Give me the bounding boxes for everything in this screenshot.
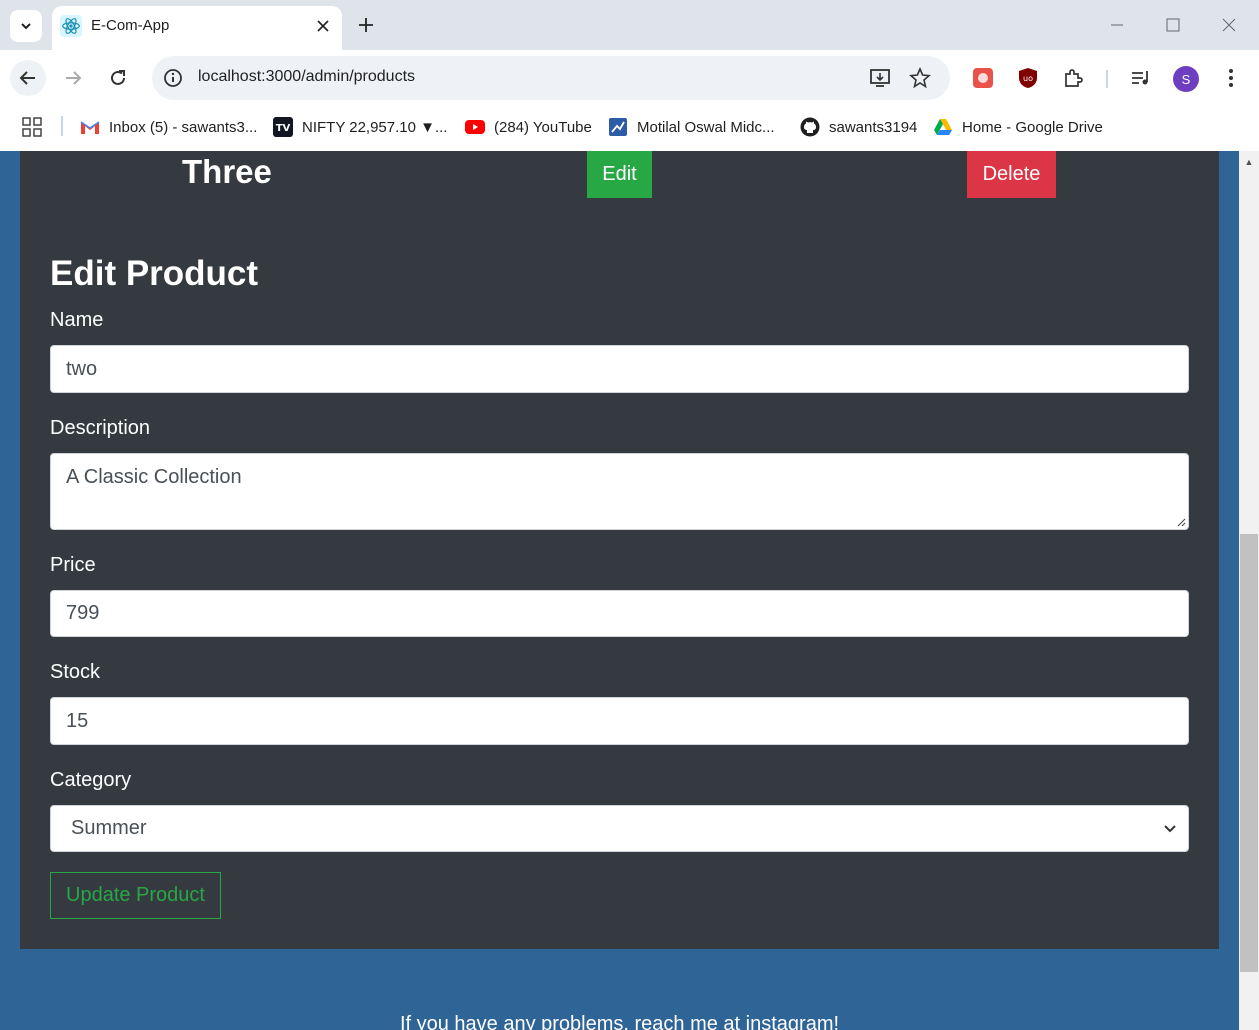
maximize-icon bbox=[1166, 18, 1180, 32]
chevron-down-icon bbox=[1164, 825, 1176, 833]
bookmarks-bar: Inbox (5) - sawants3... TV NIFTY 22,957.… bbox=[0, 106, 1259, 151]
bookmark-nifty[interactable]: TV NIFTY 22,957.10 ▼... bbox=[273, 116, 447, 138]
plus-icon bbox=[359, 18, 373, 32]
delete-button[interactable]: Delete bbox=[967, 151, 1056, 198]
footer-text: If you have any problems, reach me at in… bbox=[399, 1013, 840, 1030]
forward-button[interactable] bbox=[55, 60, 91, 96]
category-label: Category bbox=[50, 769, 132, 791]
admin-products-panel: Three Edit Delete Edit Product Name two … bbox=[20, 151, 1219, 949]
description-label: Description bbox=[50, 417, 151, 439]
bookmark-label: sawants3194 bbox=[829, 118, 918, 136]
category-value: Summer bbox=[71, 817, 147, 839]
bookmark-label: Inbox (5) - sawants3... bbox=[109, 118, 258, 136]
url-text[interactable]: localhost:3000/admin/products bbox=[198, 68, 415, 86]
scrollbar-thumb[interactable] bbox=[1240, 534, 1258, 972]
minimize-icon bbox=[1111, 24, 1123, 26]
motilal-icon bbox=[608, 117, 628, 137]
extension-icon[interactable] bbox=[971, 66, 995, 90]
gmail-icon bbox=[80, 117, 100, 137]
reload-button[interactable] bbox=[100, 60, 136, 96]
bookmark-label: Motilal Oswal Midc... bbox=[637, 118, 775, 136]
category-select[interactable]: Summer bbox=[50, 805, 1189, 852]
tab-search-button[interactable] bbox=[10, 10, 42, 42]
new-tab-button[interactable] bbox=[352, 11, 380, 39]
media-queue-icon[interactable] bbox=[1129, 66, 1153, 90]
tradingview-icon: TV bbox=[273, 117, 293, 137]
bookmark-label: NIFTY 22,957.10 ▼... bbox=[302, 118, 448, 136]
resize-grip-icon[interactable] bbox=[1176, 517, 1186, 527]
page-viewport: Three Edit Delete Edit Product Name two … bbox=[0, 151, 1259, 1030]
name-value: two bbox=[66, 357, 98, 380]
price-value: 799 bbox=[66, 602, 100, 624]
minimize-button[interactable] bbox=[1097, 10, 1137, 40]
puzzle-icon[interactable] bbox=[1061, 66, 1085, 90]
browser-tab[interactable]: E-Com-App bbox=[52, 6, 342, 50]
info-icon[interactable] bbox=[162, 67, 184, 89]
address-bar[interactable]: localhost:3000/admin/products bbox=[152, 56, 950, 100]
stock-value: 15 bbox=[66, 709, 89, 732]
description-value: A Classic Collection bbox=[66, 466, 242, 488]
bookmark-gmail[interactable]: Inbox (5) - sawants3... bbox=[80, 116, 257, 138]
apps-grid-icon bbox=[22, 117, 42, 137]
form-title: Edit Product bbox=[50, 254, 259, 293]
maximize-button[interactable] bbox=[1153, 10, 1193, 40]
reload-icon bbox=[111, 70, 125, 85]
github-icon bbox=[800, 117, 820, 137]
arrow-right-icon bbox=[66, 71, 82, 85]
scroll-up-icon[interactable]: ▲ bbox=[1240, 153, 1258, 171]
bookmark-label: (284) YouTube bbox=[494, 118, 592, 136]
stock-input[interactable]: 15 bbox=[50, 697, 1189, 745]
close-icon[interactable] bbox=[312, 15, 334, 37]
back-button[interactable] bbox=[10, 60, 46, 96]
name-input[interactable]: two bbox=[50, 345, 1189, 393]
svg-text:TV: TV bbox=[276, 123, 291, 134]
kebab-menu-icon[interactable] bbox=[1219, 66, 1243, 90]
chevron-down-icon bbox=[21, 23, 31, 30]
description-textarea[interactable]: A Classic Collection bbox=[50, 453, 1189, 530]
tab-strip: E-Com-App bbox=[0, 0, 1259, 50]
close-window-button[interactable] bbox=[1209, 10, 1249, 40]
bookmark-github[interactable]: sawants3194 bbox=[800, 116, 917, 138]
close-icon bbox=[1222, 18, 1236, 32]
profile-avatar[interactable]: S bbox=[1173, 66, 1199, 92]
google-drive-icon bbox=[933, 117, 953, 137]
react-icon bbox=[60, 15, 82, 37]
install-app-icon[interactable] bbox=[868, 66, 892, 90]
bookmark-label: Home - Google Drive bbox=[962, 118, 1103, 136]
update-product-button[interactable]: Update Product bbox=[50, 872, 221, 919]
youtube-icon bbox=[465, 117, 485, 137]
name-label: Name bbox=[50, 309, 104, 331]
browser-toolbar: localhost:3000/admin/products uo S bbox=[0, 50, 1259, 106]
bookmark-youtube[interactable]: (284) YouTube bbox=[465, 116, 592, 138]
price-input[interactable]: 799 bbox=[50, 590, 1189, 637]
price-label: Price bbox=[50, 554, 96, 576]
star-icon[interactable] bbox=[908, 66, 932, 90]
bookmark-motilal[interactable]: Motilal Oswal Midc... bbox=[608, 116, 775, 138]
bookmark-google-drive[interactable]: Home - Google Drive bbox=[933, 116, 1103, 138]
edit-button[interactable]: Edit bbox=[587, 151, 652, 198]
ublock-icon[interactable]: uo bbox=[1016, 66, 1040, 90]
stock-label: Stock bbox=[50, 661, 101, 683]
apps-button[interactable] bbox=[22, 116, 51, 138]
toolbar-separator bbox=[1106, 70, 1108, 88]
arrow-left-icon bbox=[19, 71, 35, 85]
bookmarks-separator bbox=[61, 116, 63, 136]
svg-text:uo: uo bbox=[1023, 74, 1033, 83]
tab-title: E-Com-App bbox=[91, 17, 170, 34]
product-name: Three bbox=[182, 153, 272, 190]
